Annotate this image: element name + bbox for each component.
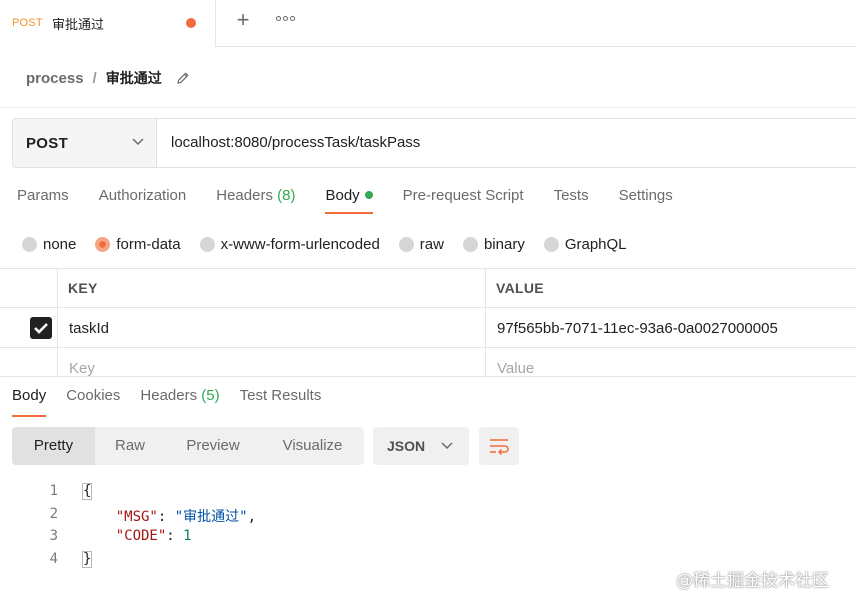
chevron-down-icon	[441, 442, 453, 450]
response-tab-body-label: Body	[12, 387, 47, 404]
json-key-msg: "MSG"	[115, 508, 158, 525]
radio-circle-icon	[199, 236, 215, 252]
tab-body-label: Body	[325, 187, 360, 204]
tab-headers-count: (8)	[277, 187, 296, 204]
response-tabs: Body Cookies Headers (5) Test Results	[12, 387, 341, 417]
tab-headers-label: Headers	[216, 187, 273, 204]
radio-circle-icon	[398, 236, 414, 252]
json-value-msg: "审批通过"	[174, 508, 248, 525]
radio-graphql[interactable]: GraphQL	[543, 234, 627, 254]
breadcrumb-request-name[interactable]: 审批通过	[106, 68, 162, 88]
breadcrumb-separator: /	[92, 69, 97, 87]
radio-raw-label: raw	[419, 235, 444, 253]
response-tab-headers[interactable]: Headers (5)	[140, 387, 219, 411]
request-tab[interactable]: POST 审批通过	[0, 0, 216, 47]
chevron-down-icon	[132, 138, 144, 146]
form-data-table: KEY VALUE taskId 97f565bb-7071-11ec-93a6…	[0, 268, 856, 378]
breadcrumb: process / 审批通过	[26, 66, 190, 90]
key-placeholder[interactable]: Key	[69, 360, 95, 377]
checkmark-icon	[34, 323, 48, 334]
line-number: 1	[49, 483, 58, 499]
radio-urlencoded-label: x-www-form-urlencoded	[220, 235, 380, 253]
radio-raw[interactable]: raw	[398, 234, 444, 254]
tab-body[interactable]: Body	[325, 187, 373, 214]
active-tab-underline	[325, 212, 373, 214]
view-visualize-button[interactable]: Visualize	[261, 427, 364, 465]
watermark: @稀土掘金技术社区	[676, 571, 829, 591]
open-brace: {	[82, 483, 93, 500]
row-enabled-checkbox[interactable]	[30, 317, 52, 339]
radio-circle-icon	[543, 236, 559, 252]
json-key-code: "CODE"	[115, 528, 167, 544]
pencil-icon[interactable]	[176, 71, 190, 85]
format-select[interactable]: JSON	[373, 427, 469, 465]
line-number: 4	[49, 550, 58, 567]
request-tabs: Params Authorization Headers (8) Body Pr…	[17, 187, 703, 214]
radio-circle-icon	[22, 236, 37, 252]
body-type-radios: none form-data x-www-form-urlencoded raw…	[22, 234, 646, 254]
http-method-select[interactable]: POST	[13, 119, 157, 167]
new-tab-button[interactable]: +	[232, 9, 254, 33]
format-select-label: JSON	[387, 438, 426, 454]
radio-graphql-label: GraphQL	[564, 235, 627, 253]
response-tab-test-results[interactable]: Test Results	[240, 387, 322, 411]
tab-settings[interactable]: Settings	[619, 187, 673, 211]
body-indicator-dot-icon	[364, 191, 373, 199]
table-row: taskId 97f565bb-7071-11ec-93a6-0a0027000…	[0, 308, 856, 348]
divider	[0, 107, 856, 108]
radio-circle-icon	[462, 236, 478, 252]
response-tab-body[interactable]: Body	[12, 387, 47, 417]
row-value[interactable]: 97f565bb-7071-11ec-93a6-0a0027000005	[497, 320, 778, 337]
table-row-empty: Key Value	[0, 348, 856, 378]
request-tab-name: 审批通过	[52, 18, 105, 33]
view-mode-toggle: Pretty Raw Preview Visualize	[12, 427, 364, 465]
row-key[interactable]: taskId	[69, 320, 109, 337]
radio-form-data-label: form-data	[116, 235, 181, 253]
breadcrumb-collection[interactable]: process	[26, 70, 84, 87]
radio-binary[interactable]: binary	[462, 234, 525, 254]
json-value-code: 1	[183, 528, 192, 544]
value-placeholder[interactable]: Value	[497, 360, 534, 377]
wrap-lines-button[interactable]	[479, 427, 519, 465]
radio-none-label: none	[43, 235, 77, 253]
tab-params[interactable]: Params	[17, 187, 69, 211]
line-number: 3	[49, 528, 58, 544]
radio-form-data[interactable]: form-data	[95, 234, 181, 254]
view-raw-button[interactable]: Raw	[95, 427, 165, 465]
http-method-label: POST	[26, 135, 69, 152]
tab-authorization[interactable]: Authorization	[99, 187, 187, 211]
view-preview-button[interactable]: Preview	[165, 427, 261, 465]
more-horizontal-icon[interactable]	[276, 16, 295, 21]
response-tab-headers-count: (5)	[201, 387, 220, 404]
url-input[interactable]	[171, 134, 851, 151]
url-bar: POST	[12, 118, 856, 168]
view-pretty-button[interactable]: Pretty	[12, 427, 95, 465]
tab-headers[interactable]: Headers (8)	[216, 187, 295, 211]
request-tab-method: POST	[12, 17, 43, 29]
key-column-header: KEY	[68, 280, 98, 296]
radio-binary-label: binary	[483, 235, 525, 253]
response-divider[interactable]	[0, 376, 856, 377]
wrap-lines-icon	[490, 439, 509, 455]
unsaved-dot-icon[interactable]	[186, 18, 196, 28]
close-brace: }	[82, 550, 93, 568]
request-tab-strip: POST 审批通过 +	[0, 0, 856, 47]
radio-urlencoded[interactable]: x-www-form-urlencoded	[199, 234, 380, 254]
table-header-row: KEY VALUE	[0, 268, 856, 308]
response-tab-headers-label: Headers	[140, 387, 198, 404]
tab-prerequest-script[interactable]: Pre-request Script	[403, 187, 524, 211]
value-column-header: VALUE	[496, 280, 544, 296]
radio-circle-checked-icon	[95, 236, 111, 252]
active-tab-underline	[12, 415, 47, 417]
response-tab-cookies[interactable]: Cookies	[66, 387, 120, 411]
line-number: 2	[49, 505, 58, 522]
tab-tests[interactable]: Tests	[554, 187, 589, 211]
radio-none[interactable]: none	[22, 234, 76, 254]
